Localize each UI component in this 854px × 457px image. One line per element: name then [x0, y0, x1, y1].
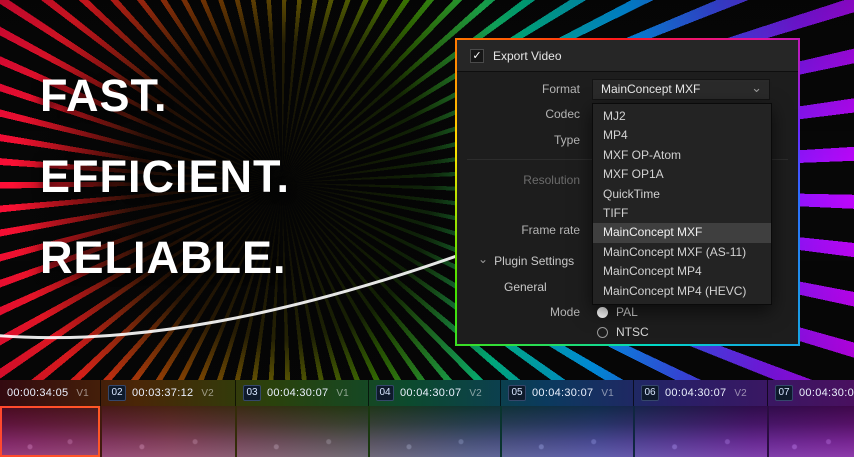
clip-header[interactable]: 04 00:04:30:07 V2: [368, 380, 500, 406]
dropdown-item[interactable]: TIFF: [593, 204, 771, 223]
chevron-down-icon: ⌄: [751, 78, 762, 97]
chevron-down-icon: ⌄: [478, 252, 488, 266]
page: FAST. EFFICIENT. RELIABLE. ✓ Export Vide…: [0, 0, 854, 457]
clip-thumbnail[interactable]: [0, 406, 100, 457]
resolution-label: Resolution: [470, 170, 580, 190]
clip-timecode: 00:04:30:07: [532, 387, 593, 399]
dropdown-item[interactable]: MainConcept MP4: [593, 262, 771, 281]
format-label: Format: [470, 79, 580, 99]
clip-timecode: 00:04:30:07: [665, 387, 726, 399]
dropdown-item[interactable]: MXF OP1A: [593, 165, 771, 184]
clip-thumbnail[interactable]: [767, 406, 854, 457]
type-label: Type: [470, 130, 580, 150]
format-select[interactable]: MainConcept MXF ⌄: [592, 79, 770, 100]
hero-line-1: FAST.: [40, 55, 290, 136]
plugin-settings-row[interactable]: ⌄ Plugin Settings: [478, 254, 574, 268]
mode-option-label: PAL: [616, 305, 638, 319]
dropdown-item[interactable]: MXF OP-Atom: [593, 146, 771, 165]
clip-track-label: V1: [601, 388, 613, 399]
general-row: General: [504, 280, 547, 294]
mode-option[interactable]: PAL: [597, 304, 649, 320]
export-video-checkbox[interactable]: ✓: [470, 49, 484, 63]
dropdown-item[interactable]: QuickTime: [593, 185, 771, 204]
export-dialog-header: ✓ Export Video: [457, 40, 798, 72]
clip-number-badge: 07: [775, 385, 793, 401]
clip-thumbnail[interactable]: [368, 406, 500, 457]
clip-timecode: 00:04:30:07: [267, 387, 328, 399]
clip-timecode: 00:00:34:05: [7, 387, 68, 399]
codec-label: Codec: [470, 104, 580, 124]
clip-header[interactable]: 00:00:34:05 V1: [0, 380, 100, 406]
clip-track-label: V2: [469, 388, 481, 399]
export-dialog: ✓ Export Video Format MainConcept MXF ⌄ …: [457, 40, 798, 344]
clip-header[interactable]: 07 00:04:30:07: [767, 380, 854, 406]
mode-option[interactable]: NTSC: [597, 324, 649, 340]
clip-header[interactable]: 05 00:04:30:07 V1: [500, 380, 633, 406]
clip-timecode: 00:04:30:07: [799, 387, 854, 399]
clip-number-badge: 05: [508, 385, 526, 401]
dropdown-item[interactable]: MainConcept MP4 (HEVC): [593, 282, 771, 301]
frame-rate-label: Frame rate: [470, 220, 580, 240]
export-dialog-border: ✓ Export Video Format MainConcept MXF ⌄ …: [455, 38, 800, 346]
clip-header[interactable]: 02 00:03:37:12 V2: [100, 380, 235, 406]
clip-thumbnail[interactable]: [100, 406, 235, 457]
plugin-settings-label: Plugin Settings: [494, 254, 574, 268]
dropdown-item[interactable]: MainConcept MXF (AS-11): [593, 243, 771, 262]
hero-text: FAST. EFFICIENT. RELIABLE.: [40, 55, 290, 298]
clip-timecode: 00:04:30:07: [400, 387, 461, 399]
radio-unselected-icon[interactable]: [597, 327, 608, 338]
hero-line-3: RELIABLE.: [40, 217, 290, 298]
clip-header[interactable]: 06 00:04:30:07 V2: [633, 380, 767, 406]
clip-track-label: V1: [336, 388, 348, 399]
clip-thumbnail[interactable]: [500, 406, 633, 457]
clip-number-badge: 06: [641, 385, 659, 401]
clip-number-badge: 02: [108, 385, 126, 401]
clip-thumbnail[interactable]: [235, 406, 368, 457]
general-label: General: [504, 280, 547, 294]
mode-label: Mode: [470, 302, 580, 322]
clip-header[interactable]: 03 00:04:30:07 V1: [235, 380, 368, 406]
clip-track-label: V1: [76, 388, 88, 399]
mode-options: PAL NTSC: [597, 304, 649, 340]
timeline-header-row: 00:00:34:05 V1 02 00:03:37:12 V2 03 00:04:30:0…: [0, 380, 854, 406]
clip-number-badge: 04: [376, 385, 394, 401]
hero-line-2: EFFICIENT.: [40, 136, 290, 217]
dropdown-item[interactable]: MP4: [593, 126, 771, 145]
clip-timecode: 00:03:37:12: [132, 387, 193, 399]
dropdown-item[interactable]: MJ2: [593, 107, 771, 126]
clip-thumbnail[interactable]: [633, 406, 767, 457]
dropdown-item[interactable]: MainConcept MXF: [593, 223, 771, 242]
clip-track-label: V2: [201, 388, 213, 399]
clip-track-label: V2: [734, 388, 746, 399]
radio-selected-icon[interactable]: [597, 307, 608, 318]
format-dropdown-menu: MJ2MP4MXF OP-AtomMXF OP1AQuickTimeTIFFMa…: [592, 103, 772, 305]
timeline: 00:00:34:05 V1 02 00:03:37:12 V2 03 00:04:30:0…: [0, 380, 854, 457]
timeline-thumbnail-row: [0, 406, 854, 457]
dialog-title: Export Video: [493, 49, 562, 63]
mode-option-label: NTSC: [616, 325, 649, 339]
check-icon: ✓: [472, 50, 481, 62]
clip-number-badge: 03: [243, 385, 261, 401]
format-select-value: MainConcept MXF: [601, 82, 700, 96]
